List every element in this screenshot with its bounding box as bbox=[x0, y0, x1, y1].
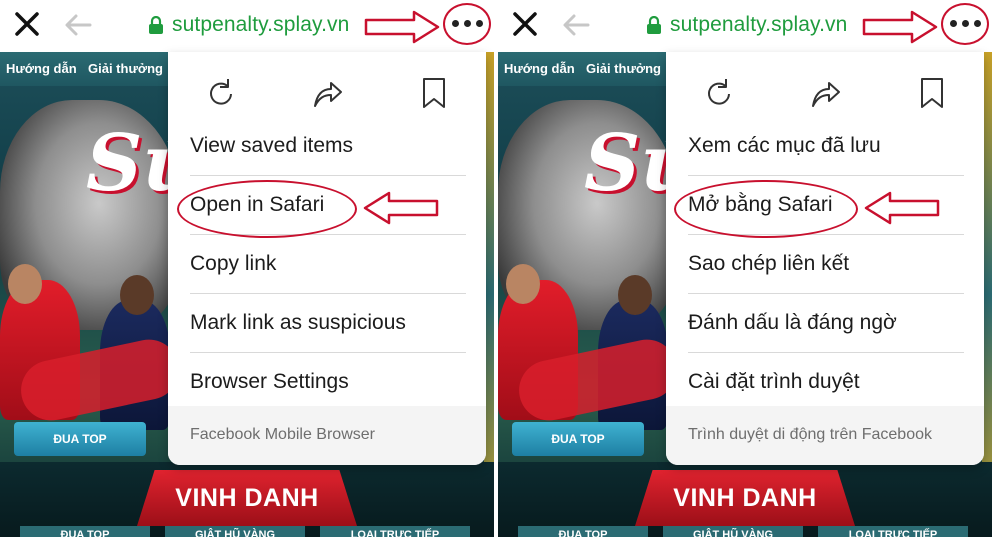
sub-tab-strip: ĐUA TOP GIẬT HŨ VÀNG LOẠI TRỰC TIẾP bbox=[498, 526, 992, 537]
annotation-arrow-left-icon bbox=[363, 191, 439, 225]
menu-item-label: Mark link as suspicious bbox=[190, 311, 406, 334]
lock-icon bbox=[647, 16, 661, 34]
menu-item-label: Sao chép liên kết bbox=[688, 252, 850, 275]
annotation-arrow-right-icon bbox=[364, 10, 440, 44]
annotation-circle-more bbox=[941, 3, 989, 45]
sub-tab-strip: ĐUA TOP GIẬT HŨ VÀNG LOẠI TRỰC TIẾP bbox=[0, 526, 494, 537]
close-icon[interactable] bbox=[512, 11, 538, 37]
menu-item-label: Đánh dấu là đáng ngờ bbox=[688, 311, 897, 334]
annotation-arrow-right-icon bbox=[862, 10, 938, 44]
back-arrow-icon[interactable] bbox=[562, 13, 590, 37]
menu-item-view-saved[interactable]: View saved items bbox=[190, 117, 466, 176]
back-arrow-icon[interactable] bbox=[64, 13, 92, 37]
url-text: sutpenalty.splay.vn bbox=[670, 13, 848, 36]
sub-tab-jackpot[interactable]: GIẬT HŨ VÀNG bbox=[165, 526, 305, 537]
annotation-arrow-left-icon bbox=[864, 191, 940, 225]
reload-icon[interactable] bbox=[703, 76, 735, 110]
screenshot-panel-english: Hướng dẫn Giải thưởng Sú ĐUA TOP VINH DA… bbox=[0, 0, 494, 537]
menu-item-copy-link[interactable]: Copy link bbox=[190, 235, 466, 294]
dua-top-button[interactable]: ĐUA TOP bbox=[512, 422, 644, 456]
menu-footer-label: Facebook Mobile Browser bbox=[190, 426, 375, 443]
share-icon[interactable] bbox=[311, 76, 343, 110]
reload-icon[interactable] bbox=[205, 76, 237, 110]
lock-icon bbox=[149, 16, 163, 34]
player-figure-red-head bbox=[8, 264, 42, 304]
screenshot-panel-vietnamese: Hướng dẫn Giải thưởng Sú ĐUA TOP VINH DA… bbox=[498, 0, 992, 537]
menu-item-copy-link[interactable]: Sao chép liên kết bbox=[688, 235, 964, 294]
menu-item-browser-settings[interactable]: Browser Settings bbox=[190, 353, 466, 412]
url-text: sutpenalty.splay.vn bbox=[172, 13, 350, 36]
browser-options-menu: Xem các mục đã lưu Mở bằng Safari Sao ch… bbox=[666, 52, 984, 465]
sub-tab-jackpot[interactable]: GIẬT HŨ VÀNG bbox=[663, 526, 803, 537]
browser-top-bar: sutpenalty.splay.vn bbox=[0, 0, 494, 52]
menu-footer-label: Trình duyệt di động trên Facebook bbox=[688, 426, 932, 443]
sub-tab-race[interactable]: ĐUA TOP bbox=[518, 526, 648, 537]
menu-item-mark-suspicious[interactable]: Đánh dấu là đáng ngờ bbox=[688, 294, 964, 353]
menu-footer: Trình duyệt di động trên Facebook bbox=[666, 406, 984, 465]
menu-item-view-saved[interactable]: Xem các mục đã lưu bbox=[688, 117, 964, 176]
more-options-button[interactable] bbox=[941, 3, 989, 45]
menu-item-label: Xem các mục đã lưu bbox=[688, 134, 881, 157]
menu-item-label: Cài đặt trình duyệt bbox=[688, 370, 860, 393]
menu-item-mark-suspicious[interactable]: Mark link as suspicious bbox=[190, 294, 466, 353]
address-bar[interactable]: sutpenalty.splay.vn bbox=[148, 10, 349, 40]
sub-tab-knockout[interactable]: LOẠI TRỰC TIẾP bbox=[818, 526, 968, 537]
dua-top-button[interactable]: ĐUA TOP bbox=[14, 422, 146, 456]
menu-footer: Facebook Mobile Browser bbox=[168, 406, 486, 465]
browser-options-menu: View saved items Open in Safari Copy lin… bbox=[168, 52, 486, 465]
vinh-danh-banner[interactable]: VINH DANH bbox=[635, 470, 855, 526]
bookmark-icon[interactable] bbox=[916, 76, 948, 110]
close-icon[interactable] bbox=[14, 11, 40, 37]
menu-item-label: Copy link bbox=[190, 252, 277, 275]
site-nav-prizes[interactable]: Giải thưởng bbox=[586, 61, 661, 76]
site-nav-guide[interactable]: Hướng dẫn bbox=[6, 61, 77, 76]
menu-item-label: View saved items bbox=[190, 134, 354, 157]
vinh-danh-banner[interactable]: VINH DANH bbox=[137, 470, 357, 526]
annotation-oval-open-safari bbox=[177, 180, 357, 238]
player-figure-blue-head bbox=[618, 275, 652, 315]
bookmark-icon[interactable] bbox=[418, 76, 450, 110]
browser-top-bar: sutpenalty.splay.vn bbox=[498, 0, 992, 52]
annotation-oval-open-safari bbox=[674, 180, 858, 238]
player-figure-red-head bbox=[506, 264, 540, 304]
address-bar[interactable]: sutpenalty.splay.vn bbox=[646, 10, 847, 40]
site-nav-guide[interactable]: Hướng dẫn bbox=[504, 61, 575, 76]
annotation-circle-more bbox=[443, 3, 491, 45]
menu-item-label: Browser Settings bbox=[190, 370, 349, 393]
sub-tab-race[interactable]: ĐUA TOP bbox=[20, 526, 150, 537]
sub-tab-knockout[interactable]: LOẠI TRỰC TIẾP bbox=[320, 526, 470, 537]
player-figure-blue-head bbox=[120, 275, 154, 315]
site-nav-prizes[interactable]: Giải thưởng bbox=[88, 61, 163, 76]
more-options-button[interactable] bbox=[443, 3, 491, 45]
share-icon[interactable] bbox=[809, 76, 841, 110]
menu-item-browser-settings[interactable]: Cài đặt trình duyệt bbox=[688, 353, 964, 412]
